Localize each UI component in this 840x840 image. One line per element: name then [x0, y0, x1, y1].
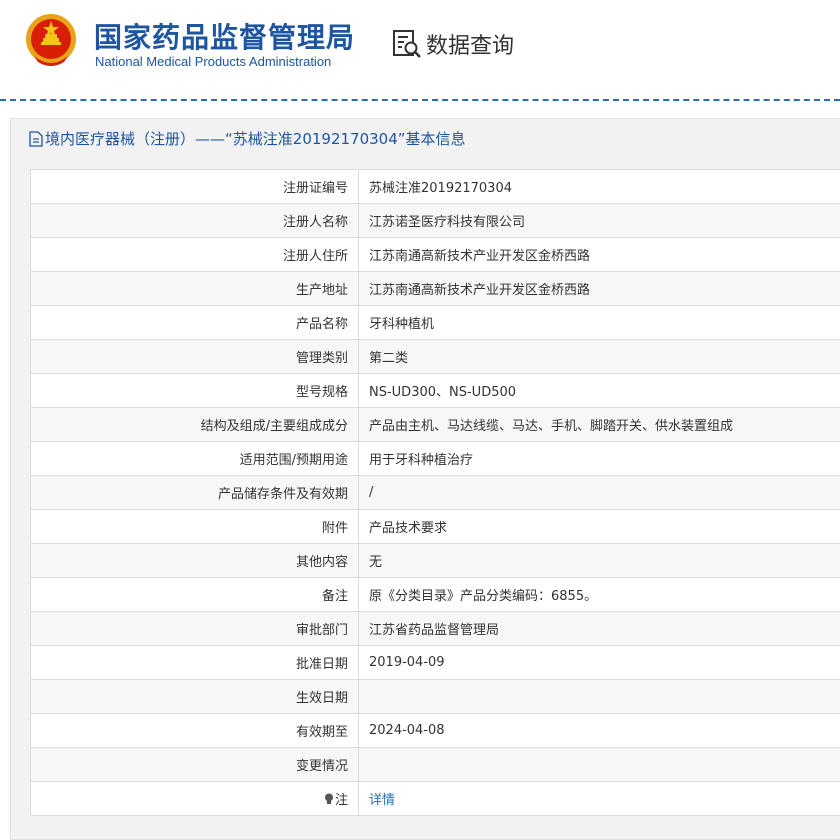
row-label: 生效日期	[31, 680, 359, 714]
row-value: 牙科种植机	[359, 306, 840, 340]
table-row: 附件产品技术要求	[31, 510, 840, 544]
details-link[interactable]: 详情	[369, 793, 395, 808]
row-label: 变更情况	[31, 748, 359, 782]
info-table: 注册证编号苏械注准20192170304 注册人名称江苏诺圣医疗科技有限公司 注…	[30, 169, 840, 816]
table-row: 注册证编号苏械注准20192170304	[31, 170, 840, 204]
row-value: 产品由主机、马达线缆、马达、手机、脚踏开关、供水装置组成	[359, 408, 840, 442]
row-label: 结构及组成/主要组成成分	[31, 408, 359, 442]
table-row: 适用范围/预期用途用于牙科种植治疗	[31, 442, 840, 476]
row-label: 型号规格	[31, 374, 359, 408]
row-label: 审批部门	[31, 612, 359, 646]
note-label: 注	[335, 793, 348, 808]
row-label: 其他内容	[31, 544, 359, 578]
row-label: 生产地址	[31, 272, 359, 306]
row-label: 产品储存条件及有效期	[31, 476, 359, 510]
row-value: 原《分类目录》产品分类编码：6855。	[359, 578, 840, 612]
info-panel: 境内医疗器械（注册）——“苏械注准20192170304”基本信息 注册证编号苏…	[10, 118, 840, 840]
table-row: 管理类别第二类	[31, 340, 840, 374]
data-query-icon	[391, 28, 423, 60]
document-icon	[29, 131, 43, 147]
table-row: 其他内容无	[31, 544, 840, 578]
row-label: 产品名称	[31, 306, 359, 340]
row-value: 苏械注准20192170304	[359, 170, 840, 204]
panel-title-text: 境内医疗器械（注册）——“苏械注准20192170304”基本信息	[45, 128, 466, 149]
row-label: 管理类别	[31, 340, 359, 374]
row-value: 第二类	[359, 340, 840, 374]
row-value: 2019-04-09	[359, 646, 840, 680]
table-row: 备注原《分类目录》产品分类编码：6855。	[31, 578, 840, 612]
table-row: 型号规格NS-UD300、NS-UD500	[31, 374, 840, 408]
data-query-link[interactable]: 数据查询	[391, 28, 514, 60]
info-table-wrapper: 注册证编号苏械注准20192170304 注册人名称江苏诺圣医疗科技有限公司 注…	[30, 169, 840, 816]
table-row: 审批部门江苏省药品监督管理局	[31, 612, 840, 646]
note-label-cell: 注	[31, 782, 359, 816]
row-label: 批准日期	[31, 646, 359, 680]
row-value: 江苏南通高新技术产业开发区金桥西路	[359, 238, 840, 272]
row-value: NS-UD300、NS-UD500	[359, 374, 840, 408]
table-row: 变更情况	[31, 748, 840, 782]
table-row: 产品储存条件及有效期/	[31, 476, 840, 510]
table-row: 生效日期	[31, 680, 840, 714]
row-value: 江苏诺圣医疗科技有限公司	[359, 204, 840, 238]
row-label: 备注	[31, 578, 359, 612]
row-label: 注册证编号	[31, 170, 359, 204]
site-title-en[interactable]: National Medical Products Administration	[95, 54, 331, 69]
row-value	[359, 748, 840, 782]
row-label: 注册人名称	[31, 204, 359, 238]
row-label: 有效期至	[31, 714, 359, 748]
row-value: 无	[359, 544, 840, 578]
row-label: 注册人住所	[31, 238, 359, 272]
table-row: 生产地址江苏南通高新技术产业开发区金桥西路	[31, 272, 840, 306]
table-row: 结构及组成/主要组成成分产品由主机、马达线缆、马达、手机、脚踏开关、供水装置组成	[31, 408, 840, 442]
table-row-note: 注 详情	[31, 782, 840, 816]
table-row: 批准日期2019-04-09	[31, 646, 840, 680]
row-value	[359, 680, 840, 714]
data-query-label: 数据查询	[426, 28, 514, 60]
row-value: 江苏省药品监督管理局	[359, 612, 840, 646]
table-row: 注册人住所江苏南通高新技术产业开发区金桥西路	[31, 238, 840, 272]
panel-title: 境内医疗器械（注册）——“苏械注准20192170304”基本信息	[29, 128, 466, 149]
row-label: 附件	[31, 510, 359, 544]
row-label: 适用范围/预期用途	[31, 442, 359, 476]
row-value: 江苏南通高新技术产业开发区金桥西路	[359, 272, 840, 306]
table-row: 有效期至2024-04-08	[31, 714, 840, 748]
site-header: 国家药品监督管理局 National Medical Products Admi…	[0, 0, 840, 100]
row-value: 2024-04-08	[359, 714, 840, 748]
row-value: 产品技术要求	[359, 510, 840, 544]
note-value-cell: 详情	[359, 782, 840, 816]
national-emblem-icon	[24, 12, 78, 68]
table-row: 产品名称牙科种植机	[31, 306, 840, 340]
lightbulb-icon	[324, 793, 334, 805]
row-value: 用于牙科种植治疗	[359, 442, 840, 476]
table-row: 注册人名称江苏诺圣医疗科技有限公司	[31, 204, 840, 238]
row-value: /	[359, 476, 840, 510]
header-divider	[0, 99, 840, 101]
site-title-cn[interactable]: 国家药品监督管理局	[94, 16, 355, 56]
